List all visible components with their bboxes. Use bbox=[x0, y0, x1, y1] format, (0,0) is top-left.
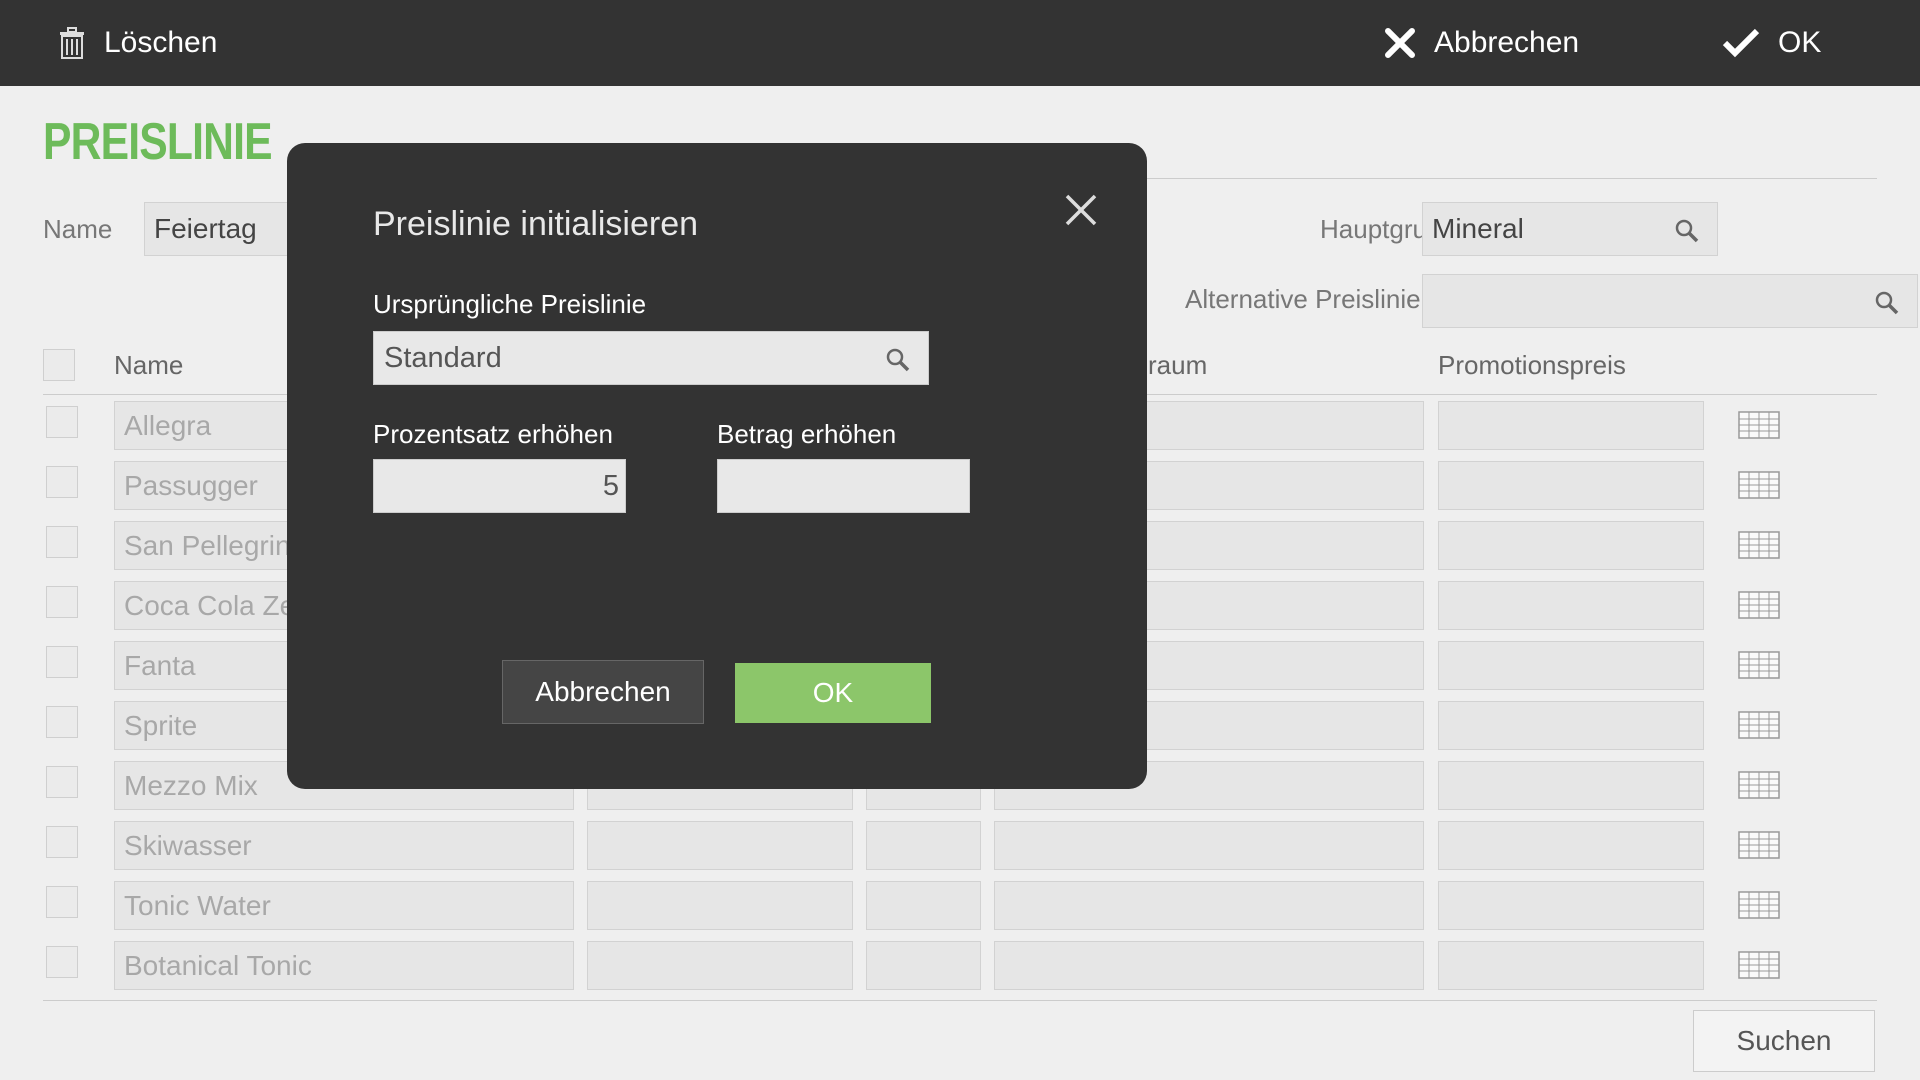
amount-input[interactable] bbox=[717, 459, 970, 513]
percent-label: Prozentsatz erhöhen bbox=[373, 419, 613, 449]
dialog-title: Preislinie initialisieren bbox=[373, 205, 699, 243]
close-icon[interactable] bbox=[1064, 193, 1098, 227]
trash-icon bbox=[60, 27, 84, 59]
top-toolbar: Löschen Abbrechen OK bbox=[0, 0, 1920, 86]
close-icon bbox=[1385, 28, 1415, 58]
cancel-label: Abbrechen bbox=[1434, 26, 1580, 59]
dialog-cancel-button[interactable]: Abbrechen bbox=[502, 660, 704, 724]
ok-label: OK bbox=[1778, 26, 1822, 59]
search-icon[interactable] bbox=[886, 348, 910, 372]
source-input[interactable]: Standard bbox=[373, 331, 929, 385]
cancel-button[interactable]: Abbrechen bbox=[1384, 0, 1579, 86]
percent-input[interactable]: 5 bbox=[373, 459, 626, 513]
ok-button[interactable]: OK bbox=[1722, 0, 1821, 86]
source-value: Standard bbox=[384, 341, 502, 374]
check-icon bbox=[1722, 28, 1760, 58]
delete-button[interactable]: Löschen bbox=[58, 0, 217, 86]
init-preislinie-dialog: Preislinie initialisieren Ursprüngliche … bbox=[287, 143, 1147, 789]
amount-label: Betrag erhöhen bbox=[717, 419, 897, 449]
percent-value: 5 bbox=[602, 469, 619, 502]
source-label: Ursprüngliche Preislinie bbox=[373, 289, 647, 319]
dialog-ok-button[interactable]: OK bbox=[735, 663, 931, 723]
delete-label: Löschen bbox=[104, 26, 218, 59]
